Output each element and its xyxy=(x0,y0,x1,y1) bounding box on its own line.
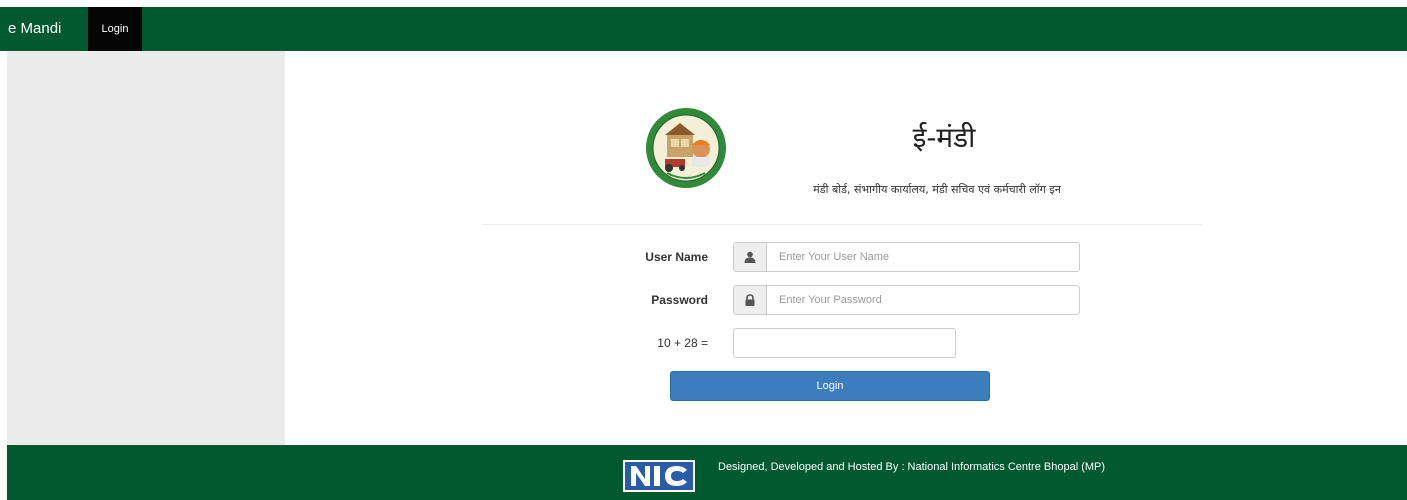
brand-link[interactable]: e Mandi xyxy=(8,7,61,51)
user-icon xyxy=(734,243,767,271)
left-sidebar xyxy=(7,51,285,445)
username-label: User Name xyxy=(645,250,708,264)
lock-icon xyxy=(734,286,767,314)
login-header: ई-मंडी मंडी बोर्ड, संभागीय कार्यालय, मंड… xyxy=(482,105,1202,225)
top-navbar: e Mandi Login xyxy=(0,7,1407,51)
captcha-question: 10 + 28 = xyxy=(657,336,708,350)
login-button[interactable]: Login xyxy=(670,371,990,401)
password-input-group xyxy=(733,285,1080,315)
password-input[interactable] xyxy=(767,286,1079,314)
username-input[interactable] xyxy=(767,243,1079,271)
nav-login-link[interactable]: Login xyxy=(88,7,142,51)
nic-logo-icon xyxy=(623,460,695,492)
footer: Designed, Developed and Hosted By : Nati… xyxy=(7,445,1407,500)
footer-credit-text: Designed, Developed and Hosted By : Nati… xyxy=(718,461,1106,473)
password-label: Password xyxy=(651,293,708,307)
username-input-group xyxy=(733,242,1080,272)
app-subtitle: मंडी बोर्ड, संभागीय कार्यालय, मंडी सचिव … xyxy=(813,183,1061,196)
mandi-board-emblem-icon xyxy=(646,108,726,188)
captcha-answer-input[interactable] xyxy=(733,328,956,358)
app-title: ई-मंडी xyxy=(912,121,976,154)
